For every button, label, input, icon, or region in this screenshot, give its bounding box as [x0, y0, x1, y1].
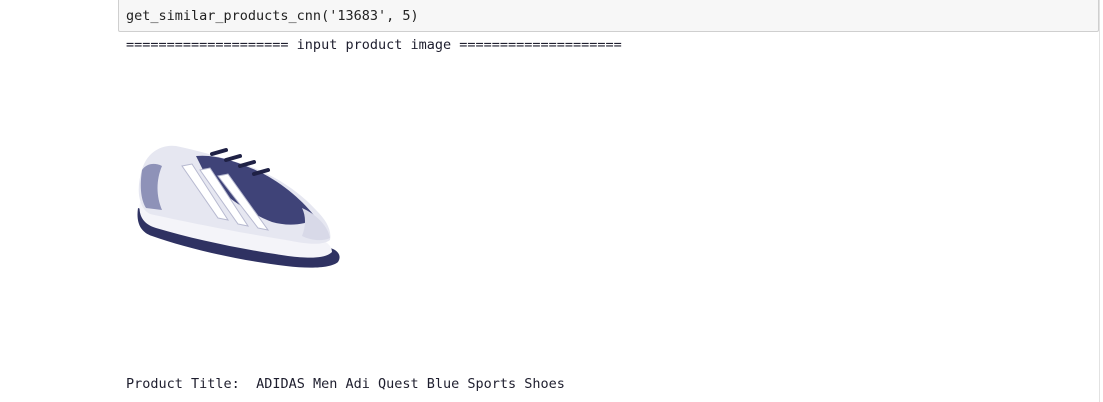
output-header: ==================== input product image…: [126, 37, 622, 53]
code-text: get_similar_products_cnn('13683', 5): [126, 8, 419, 24]
notebook-edge: [1099, 0, 1100, 402]
product-title-label: Product Title:: [126, 376, 240, 392]
product-image: [137, 145, 340, 268]
code-cell-input[interactable]: get_similar_products_cnn('13683', 5): [118, 0, 1099, 32]
product-title-line: Product Title: ADIDAS Men Adi Quest Blue…: [126, 375, 565, 393]
product-title-value: ADIDAS Men Adi Quest Blue Sports Shoes: [256, 376, 565, 392]
